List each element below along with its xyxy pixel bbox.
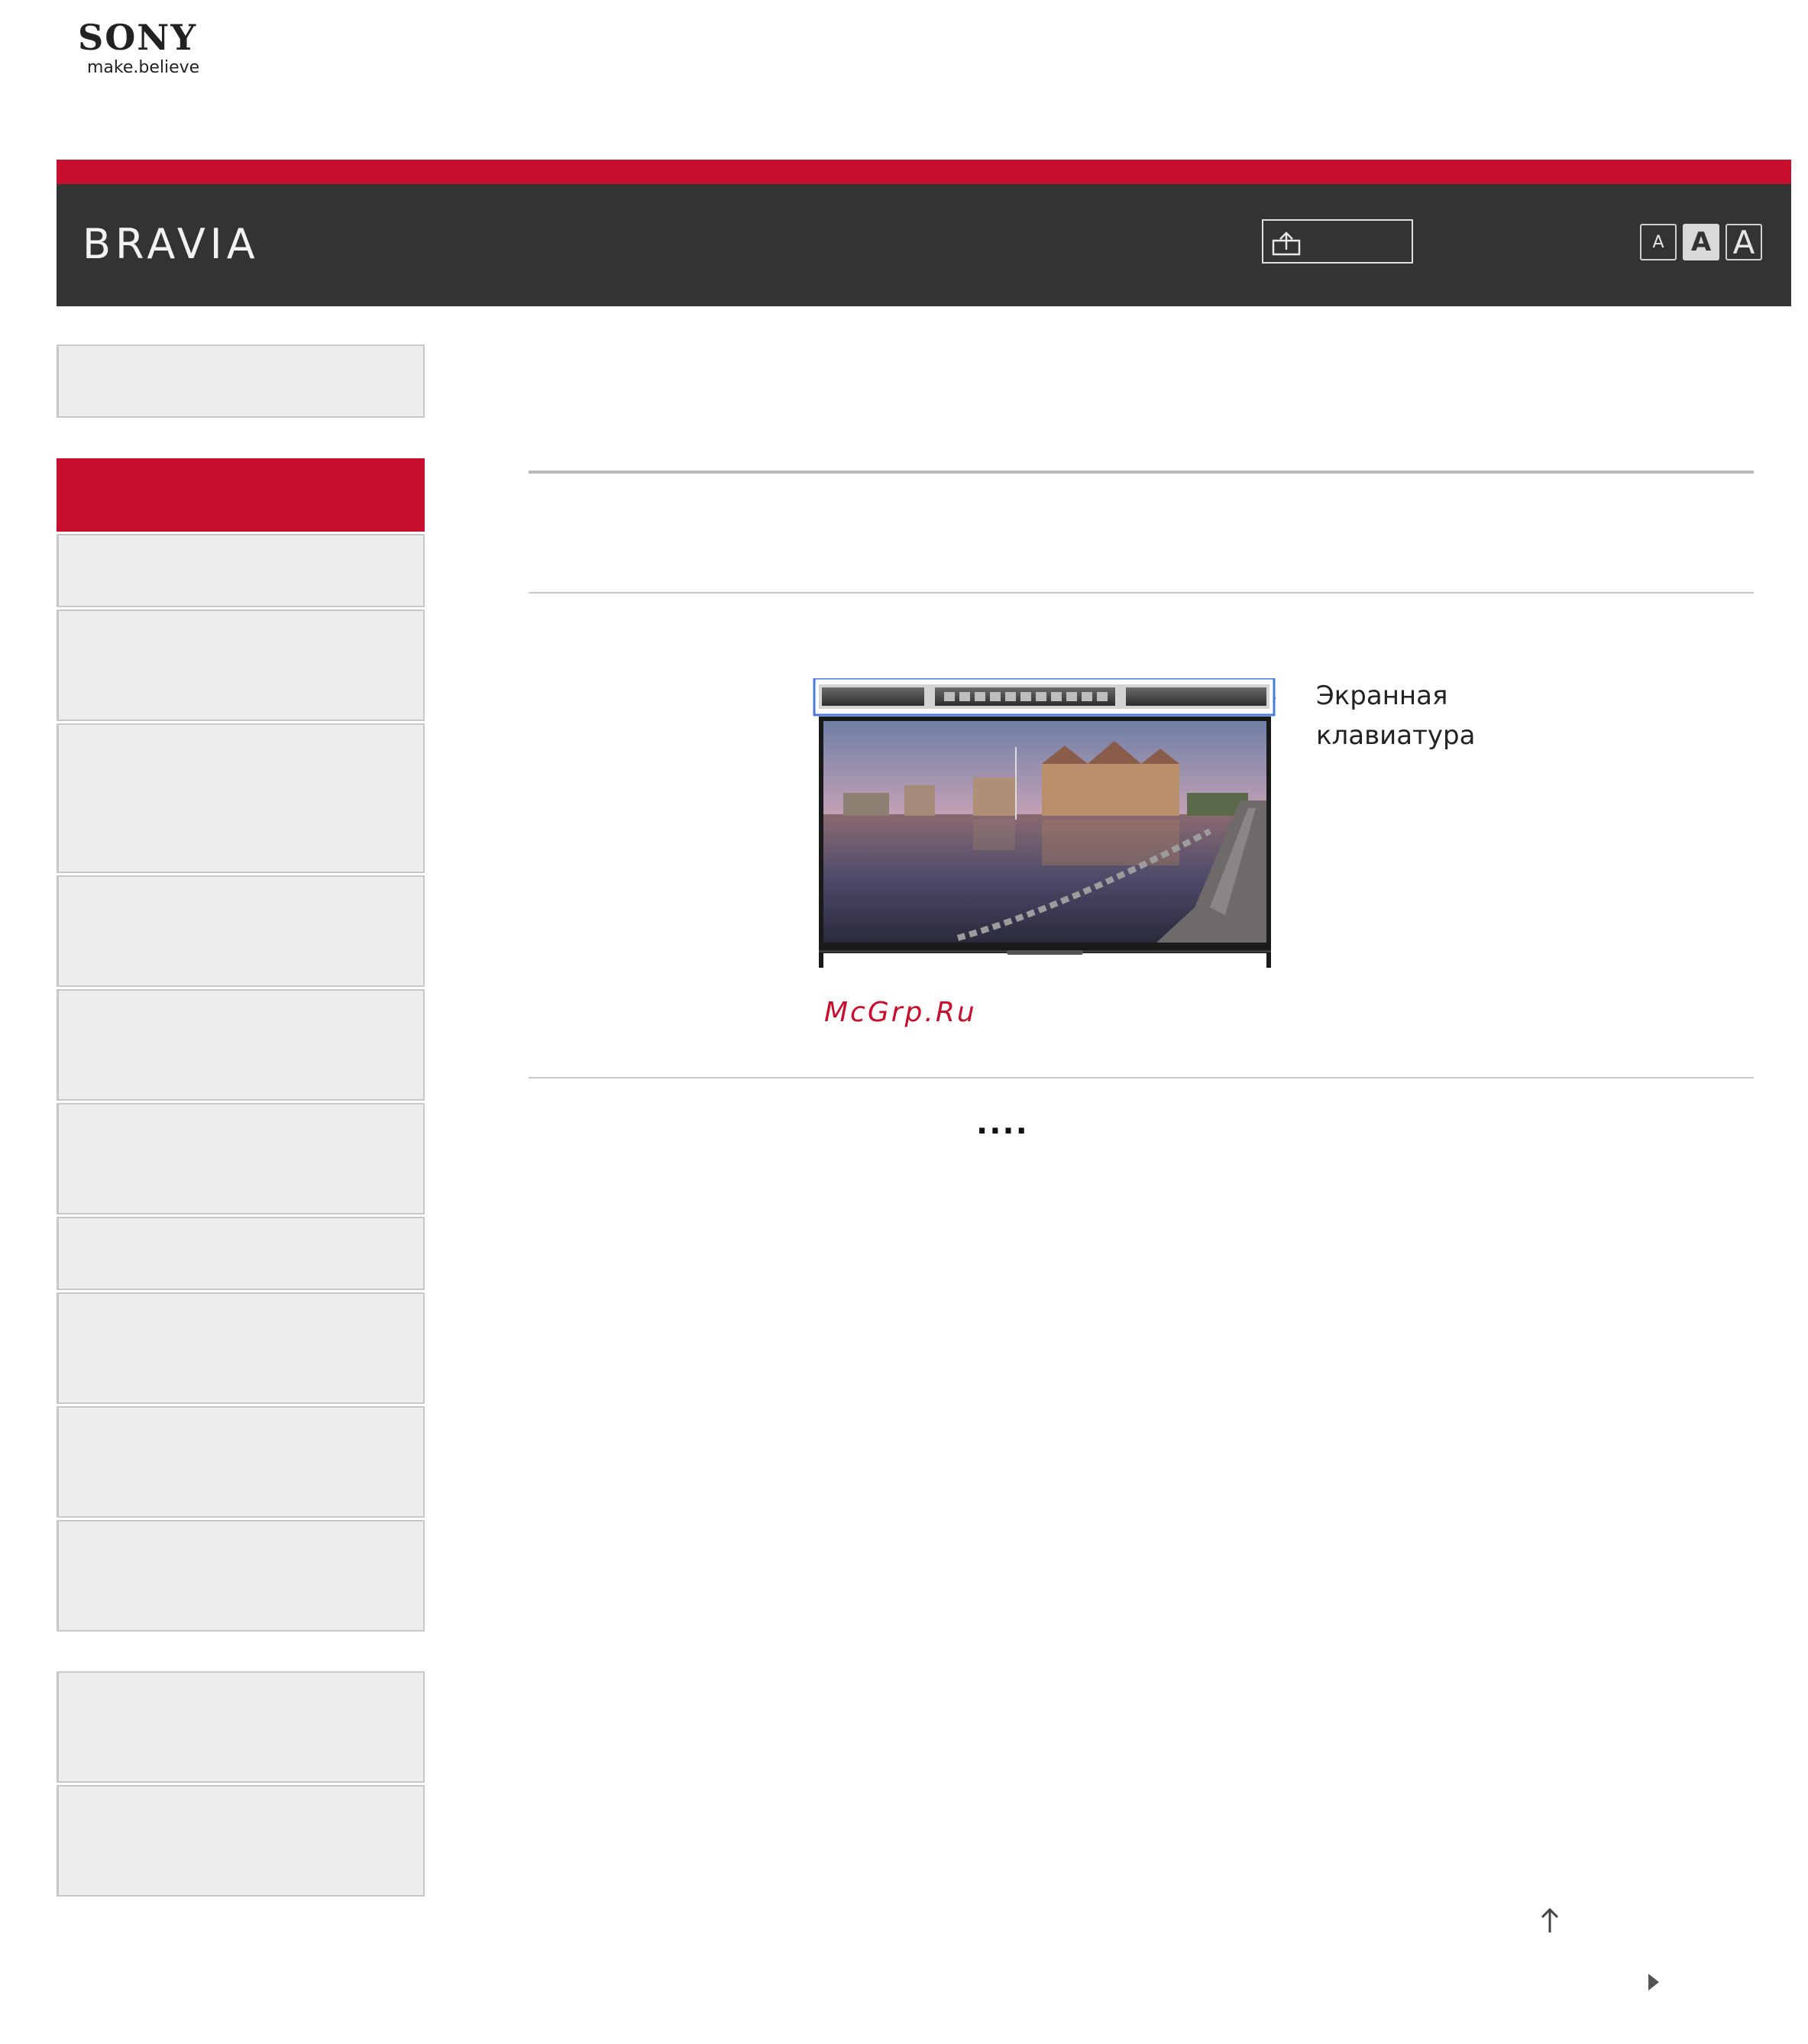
logo-tagline: make.believe [87,58,200,77]
sidebar-item[interactable] [57,610,425,721]
sony-logo: SONY make.believe [78,20,199,77]
font-size-controls: A A A [1640,224,1762,261]
sidebar-item[interactable] [57,1217,425,1290]
back-to-top-button[interactable] [1538,1907,1561,1937]
onscreen-keyboard-callout: Экранная клавиатура [1316,676,1475,755]
sidebar-item[interactable] [57,1520,425,1632]
arrow-up-icon [1541,1907,1559,1932]
triangle-right-icon [1648,1974,1659,1991]
section-divider [529,1077,1754,1079]
sidebar-bottom-item[interactable] [57,1785,425,1897]
header-accent-strip [57,160,1791,184]
sidebar-item[interactable] [57,723,425,873]
tv-illustration [813,677,1302,970]
header-bar [57,184,1791,306]
sidebar-item[interactable] [57,989,425,1101]
sidebar-item[interactable] [57,1103,425,1214]
sidebar-item[interactable] [57,875,425,987]
callout-line-1: Экранная [1316,681,1448,711]
page-title: BRAVIA [82,220,260,268]
sidebar-item[interactable] [57,1406,425,1518]
tv-with-onscreen-keyboard-image [813,677,1302,968]
logo-brand: SONY [78,17,198,58]
more-indicator: .... [976,1106,1029,1141]
callout-line-2: клавиатура [1316,720,1476,751]
next-page-button[interactable] [1647,1972,1661,1995]
watermark: McGrp.Ru [824,997,977,1028]
print-button[interactable] [1262,219,1413,264]
section-divider [529,592,1754,593]
section-divider [529,471,1754,474]
sidebar-item[interactable] [57,534,425,607]
print-icon [1272,231,1301,256]
sidebar-item[interactable] [57,1292,425,1404]
font-large-button[interactable]: A [1726,224,1762,261]
sidebar-item-active[interactable] [57,458,425,532]
font-small-button[interactable]: A [1640,224,1677,260]
sidebar-top-item[interactable] [57,344,425,418]
font-medium-button[interactable]: A [1683,224,1719,260]
sidebar-bottom-item[interactable] [57,1671,425,1783]
